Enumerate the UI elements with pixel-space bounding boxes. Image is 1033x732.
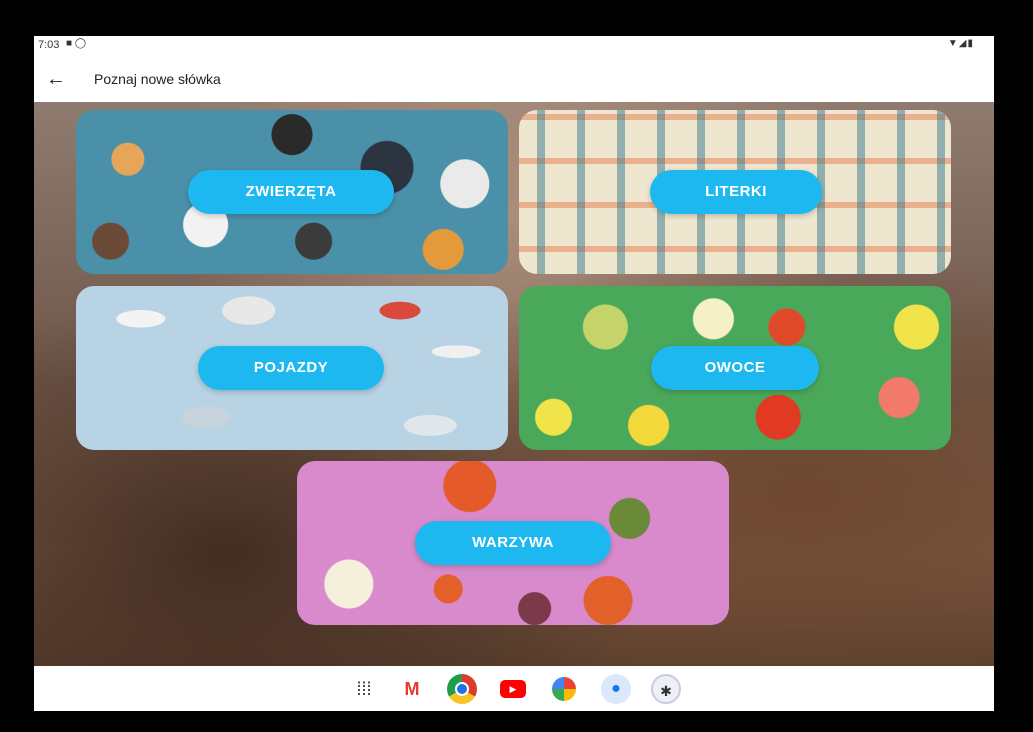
arrow-left-icon: ←	[46, 68, 66, 90]
vehicles-button[interactable]: POJAZDY	[198, 346, 384, 390]
status-right-icons: ▼◢▮	[948, 38, 974, 49]
letters-button[interactable]: LITERKI	[650, 170, 822, 214]
app-icon[interactable]: ✱	[651, 674, 681, 704]
category-card-vegetables[interactable]: WARZYWA	[297, 461, 729, 625]
taskbar-dock: ⁞⁞⁞ M ▶ ● ✱	[34, 666, 994, 711]
categories-area: ZWIERZĘTA LITERKI POJAZDY OWOCE WARZYWA	[34, 102, 994, 666]
page-title: Poznaj nowe słówka	[94, 71, 221, 87]
app-bar: ← Poznaj nowe słówka	[34, 56, 994, 102]
category-card-animals[interactable]: ZWIERZĘTA	[76, 110, 508, 274]
back-button[interactable]: ←	[42, 66, 70, 92]
photos-icon[interactable]	[552, 677, 576, 701]
sync-icon: ◯	[74, 38, 87, 49]
sd-card-icon: ■	[66, 38, 73, 49]
youtube-icon[interactable]: ▶	[500, 680, 526, 698]
vegetables-button[interactable]: WARZYWA	[415, 521, 611, 565]
animals-button[interactable]: ZWIERZĘTA	[188, 170, 394, 214]
category-card-fruits[interactable]: OWOCE	[519, 286, 951, 450]
battery-icon: ▮	[967, 38, 974, 49]
app-drawer-icon[interactable]: ⁞⁞⁞	[349, 674, 379, 704]
status-left-icons: ■ ◯	[66, 38, 86, 49]
category-card-letters[interactable]: LITERKI	[519, 110, 951, 274]
status-bar: 7:03 ■ ◯ ▼◢▮	[34, 36, 994, 56]
chrome-icon[interactable]	[447, 674, 477, 704]
wifi-icon: ▼	[947, 38, 959, 49]
device-screen: 7:03 ■ ◯ ▼◢▮ ← Poznaj nowe słówka ZWIERZ…	[34, 36, 994, 711]
messages-icon[interactable]: ●	[601, 674, 631, 704]
status-time: 7:03	[38, 39, 60, 51]
category-card-vehicles[interactable]: POJAZDY	[76, 286, 508, 450]
fruits-button[interactable]: OWOCE	[651, 346, 819, 390]
gmail-icon[interactable]: M	[397, 674, 427, 704]
